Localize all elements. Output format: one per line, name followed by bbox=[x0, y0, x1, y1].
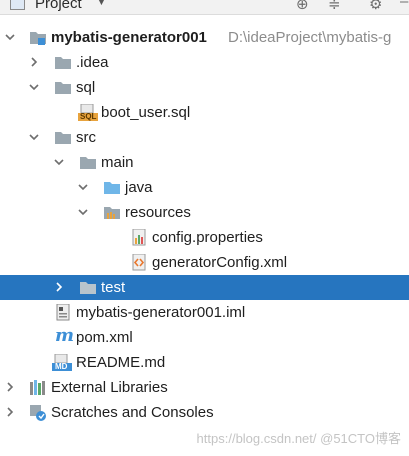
tree-item-label: .idea bbox=[76, 54, 109, 71]
project-toolbar: Project ▼ ⊕ ≑ ⚙ – bbox=[0, 0, 409, 15]
sql-file-icon: SQL bbox=[78, 103, 98, 121]
resources-folder-icon bbox=[103, 204, 121, 221]
tree-item-label: generatorConfig.xml bbox=[152, 254, 288, 271]
tree-item-test[interactable]: test bbox=[0, 275, 409, 300]
xml-file-icon bbox=[130, 253, 148, 271]
folder-icon bbox=[54, 54, 72, 71]
minimize-icon[interactable]: – bbox=[400, 0, 408, 10]
module-path: D:\ideaProject\mybatis-g bbox=[228, 29, 392, 46]
folder-icon bbox=[79, 279, 97, 296]
chevron-down-icon[interactable]: ▼ bbox=[96, 0, 107, 8]
tree-item-config-properties[interactable]: config.properties bbox=[0, 225, 409, 250]
chevron-right-icon[interactable] bbox=[28, 50, 42, 75]
project-view-icon bbox=[10, 0, 25, 10]
tree-item-iml[interactable]: mybatis-generator001.iml bbox=[0, 300, 409, 325]
tree-item-label: README.md bbox=[76, 354, 166, 371]
target-icon[interactable]: ⊕ bbox=[296, 0, 309, 13]
tree-item-src[interactable]: src bbox=[0, 125, 409, 150]
folder-icon bbox=[54, 79, 72, 96]
tree-item-main[interactable]: main bbox=[0, 150, 409, 175]
chevron-down-icon[interactable] bbox=[77, 200, 91, 225]
watermark: https://blog.csdn.net/ @51CTO博客 bbox=[196, 431, 401, 446]
tree-item-label: mybatis-generator001.iml bbox=[76, 304, 246, 321]
tree-item-label: test bbox=[101, 279, 126, 296]
chevron-down-icon[interactable] bbox=[28, 125, 42, 150]
tree-item-label: mybatis-generator001 bbox=[51, 29, 207, 46]
chevron-down-icon[interactable] bbox=[77, 175, 91, 200]
chevron-right-icon[interactable] bbox=[4, 375, 18, 400]
libraries-icon bbox=[29, 379, 47, 396]
tree-item-label: config.properties bbox=[152, 229, 263, 246]
tree-item-generator-config[interactable]: generatorConfig.xml bbox=[0, 250, 409, 275]
tree-item-label: main bbox=[101, 154, 134, 171]
tree-item-label: pom.xml bbox=[76, 329, 133, 346]
md-badge: MD bbox=[55, 362, 68, 371]
source-folder-icon bbox=[103, 179, 121, 196]
folder-icon bbox=[79, 154, 97, 171]
chevron-down-icon[interactable] bbox=[4, 25, 18, 50]
tree-item-pom[interactable]: m pom.xml bbox=[0, 325, 409, 350]
collapse-icon[interactable]: ≑ bbox=[328, 0, 341, 13]
tree-item-sql[interactable]: sql bbox=[0, 75, 409, 100]
tree-item-boot-user-sql[interactable]: SQL boot_user.sql bbox=[0, 100, 409, 125]
properties-file-icon bbox=[130, 228, 148, 246]
tree-item-scratches[interactable]: Scratches and Consoles bbox=[0, 400, 409, 425]
folder-icon bbox=[54, 129, 72, 146]
scratches-icon bbox=[29, 404, 47, 421]
chevron-down-icon[interactable] bbox=[53, 150, 67, 175]
markdown-file-icon: MD bbox=[52, 353, 72, 371]
tree-item-readme[interactable]: MD README.md bbox=[0, 350, 409, 375]
tree-item-external-libraries[interactable]: External Libraries bbox=[0, 375, 409, 400]
chevron-right-icon[interactable] bbox=[4, 400, 18, 425]
tree-item-label: java bbox=[125, 179, 153, 196]
tree-item-label: boot_user.sql bbox=[101, 104, 191, 121]
iml-file-icon bbox=[54, 303, 72, 321]
module-folder-icon bbox=[29, 29, 47, 46]
sql-badge: SQL bbox=[80, 112, 97, 121]
tree-item-resources[interactable]: resources bbox=[0, 200, 409, 225]
tree-item-root[interactable]: mybatis-generator001 D:\ideaProject\myba… bbox=[0, 25, 409, 50]
tree-item-label: sql bbox=[76, 79, 96, 96]
tree-item-label: Scratches and Consoles bbox=[51, 404, 214, 421]
project-view-title[interactable]: Project bbox=[35, 0, 82, 12]
chevron-down-icon[interactable] bbox=[28, 75, 42, 100]
tree-item-java[interactable]: java bbox=[0, 175, 409, 200]
gear-icon[interactable]: ⚙ bbox=[369, 0, 382, 13]
tree-item-label: External Libraries bbox=[51, 379, 168, 396]
maven-icon: m bbox=[55, 325, 75, 346]
tree-item-label: src bbox=[76, 129, 96, 146]
chevron-right-icon[interactable] bbox=[53, 275, 67, 300]
tree-item-label: resources bbox=[125, 204, 191, 221]
tree-item-idea[interactable]: .idea bbox=[0, 50, 409, 75]
